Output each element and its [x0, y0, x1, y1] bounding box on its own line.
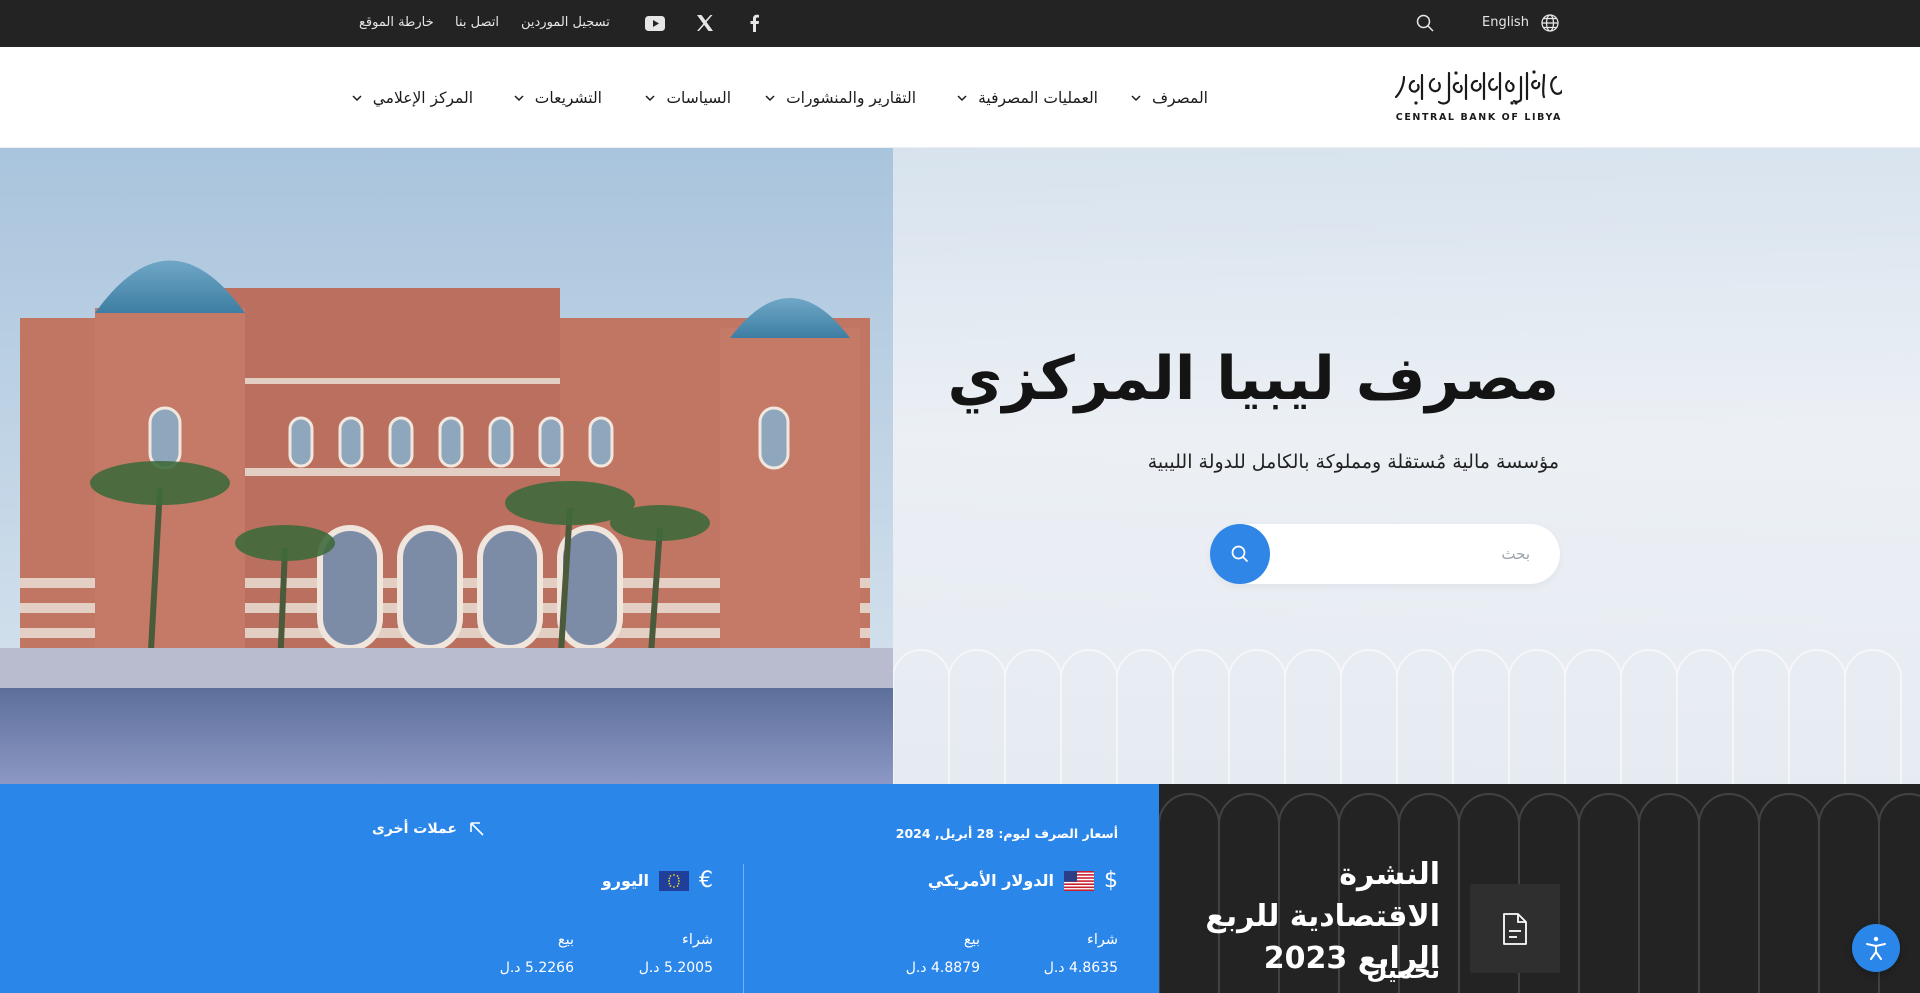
- exchange-date-value: 28 أبريل, 2024: [895, 826, 995, 841]
- cbl-logo[interactable]: CENTRAL BANK OF LIBYA: [1394, 67, 1562, 129]
- other-currencies-link[interactable]: عملات أخرى: [372, 821, 485, 837]
- us-flag-icon: [1064, 870, 1094, 891]
- accessibility-icon: [1866, 936, 1886, 960]
- nav-label: السياسات: [666, 88, 731, 107]
- accessibility-button[interactable]: [1852, 924, 1900, 972]
- nav-item-bank[interactable]: المصرف: [1130, 47, 1208, 148]
- currency-label: اليورو: [601, 871, 649, 890]
- facebook-icon[interactable]: [743, 12, 765, 34]
- eu-flag-icon: [659, 870, 689, 891]
- exchange-date-label: أسعار الصرف ليوم:: [998, 826, 1118, 841]
- economic-bulletin-panel: النشرة الاقتصادية للربع الرابع 2023 تحمي…: [1159, 784, 1920, 993]
- logo-calligraphy: [1394, 70, 1562, 105]
- chevron-down-icon: [1131, 94, 1141, 101]
- contact-us-link[interactable]: اتصل بنا: [455, 0, 499, 47]
- eur-buy-label: شراء: [682, 932, 713, 948]
- youtube-icon[interactable]: [644, 12, 666, 34]
- eur-sell-value: 5.2266 د.ل: [499, 960, 574, 976]
- hero-search-button[interactable]: [1210, 524, 1270, 584]
- bulletin-download-link[interactable]: تحميل: [1366, 956, 1440, 984]
- nav-item-legislation[interactable]: التشريعات: [513, 47, 602, 148]
- other-currencies-label: عملات أخرى: [372, 821, 457, 837]
- hero-search-input[interactable]: [1270, 524, 1530, 584]
- sitemap-link[interactable]: خارطة الموقع: [359, 0, 434, 47]
- nav-label: المركز الإعلامي: [372, 88, 473, 107]
- supplier-registration-link[interactable]: تسجيل الموردين: [521, 0, 610, 47]
- arrow-up-left-icon: [470, 822, 484, 836]
- nav-item-banking-operations[interactable]: العمليات المصرفية: [956, 47, 1098, 148]
- search-icon: [1231, 545, 1249, 563]
- currency-divider: [743, 864, 744, 993]
- document-icon: [1503, 912, 1527, 945]
- exchange-rates-panel: أسعار الصرف ليوم: 28 أبريل, 2024 عملات أ…: [0, 784, 1159, 993]
- dollar-icon: $: [1104, 868, 1118, 893]
- top-utility-bar: English تسجيل الموردين اتصل بنا خارطة ال…: [0, 0, 1920, 47]
- usd-buy-label: شراء: [1087, 932, 1118, 948]
- hero-search-box: [1210, 524, 1560, 584]
- main-header: CENTRAL BANK OF LIBYA المصرف العمليات ال…: [0, 47, 1920, 148]
- chevron-down-icon: [645, 94, 655, 101]
- chevron-down-icon: [957, 94, 967, 101]
- eur-buy-value: 5.2005 د.ل: [638, 960, 713, 976]
- chevron-down-icon: [514, 94, 524, 101]
- chevron-down-icon: [765, 94, 775, 101]
- bank-building-photo: [0, 148, 893, 784]
- nav-label: التقارير والمنشورات: [786, 88, 916, 107]
- search-icon[interactable]: [1414, 12, 1436, 34]
- nav-item-reports-publications[interactable]: التقارير والمنشورات: [764, 47, 916, 148]
- hero-section: مصرف ليبيا المركزي مؤسسة مالية مُستقلة و…: [0, 148, 1920, 784]
- chevron-down-icon: [352, 94, 362, 101]
- usd-sell-value: 4.8879 د.ل: [905, 960, 980, 976]
- nav-item-media-center[interactable]: المركز الإعلامي: [351, 47, 473, 148]
- hero-subtitle: مؤسسة مالية مُستقلة ومملوكة بالكامل للدو…: [1147, 451, 1559, 473]
- x-twitter-icon[interactable]: [694, 12, 716, 34]
- exchange-date: أسعار الصرف ليوم: 28 أبريل, 2024: [896, 826, 1118, 841]
- currency-name-usd: $ الدولار الأمريكي: [928, 868, 1118, 893]
- eur-sell-label: بيع: [557, 932, 574, 948]
- globe-icon[interactable]: [1539, 12, 1561, 34]
- usd-buy-value: 4.8635 د.ل: [1043, 960, 1118, 976]
- nav-item-policies[interactable]: السياسات: [644, 47, 731, 148]
- language-switch-link[interactable]: English: [1482, 0, 1529, 47]
- nav-label: العمليات المصرفية: [978, 88, 1098, 107]
- nav-label: التشريعات: [534, 88, 602, 107]
- logo-english-text: CENTRAL BANK OF LIBYA: [1395, 112, 1562, 123]
- decorative-arch-pattern: [893, 649, 1902, 784]
- hero-title: مصرف ليبيا المركزي: [947, 344, 1559, 414]
- document-icon-tile[interactable]: [1470, 884, 1560, 973]
- euro-icon: €: [699, 868, 713, 893]
- currency-name-eur: € اليورو: [602, 868, 713, 893]
- currency-label: الدولار الأمريكي: [927, 871, 1054, 890]
- nav-label: المصرف: [1151, 88, 1208, 107]
- usd-sell-label: بيع: [963, 932, 980, 948]
